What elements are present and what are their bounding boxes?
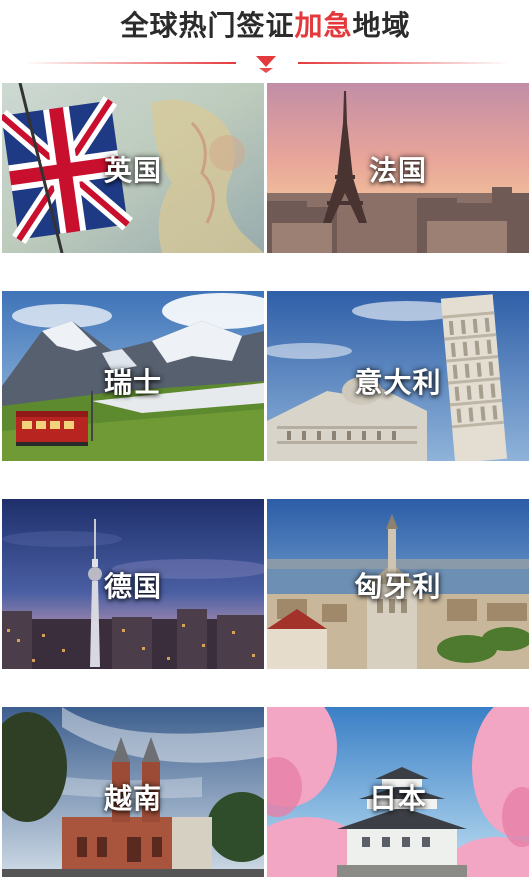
region-label: 日本 [368, 782, 427, 815]
region-card-switzerland[interactable]: 瑞士 [2, 291, 264, 461]
title-accent: 加急 [294, 9, 353, 42]
triangle-down-icon [256, 56, 276, 73]
region-card-japan[interactable]: 日本 [267, 707, 529, 877]
region-card-italy[interactable]: 意大利 [267, 291, 529, 461]
region-card-france[interactable]: 法国 [267, 83, 529, 253]
region-card-vietnam[interactable]: 越南 [2, 707, 264, 877]
region-card-hungary[interactable]: 匈牙利 [267, 499, 529, 669]
region-label: 瑞士 [103, 366, 162, 399]
region-label: 德国 [103, 570, 162, 603]
region-label: 英国 [103, 154, 162, 187]
divider-right [298, 62, 510, 64]
region-label: 越南 [103, 782, 162, 815]
region-card-germany[interactable]: 德国 [2, 499, 264, 669]
section-title: 全球热门签证加急地域 [0, 4, 531, 44]
title-part-2: 地域 [352, 9, 411, 42]
region-label: 意大利 [354, 366, 442, 399]
divider-left [24, 62, 236, 64]
title-part-1: 全球热门签证 [120, 9, 295, 42]
region-label: 法国 [368, 154, 427, 187]
section-header: 全球热门签证加急地域 [0, 0, 531, 80]
region-card-uk[interactable]: 英国 [2, 83, 264, 253]
region-label: 匈牙利 [354, 570, 442, 603]
